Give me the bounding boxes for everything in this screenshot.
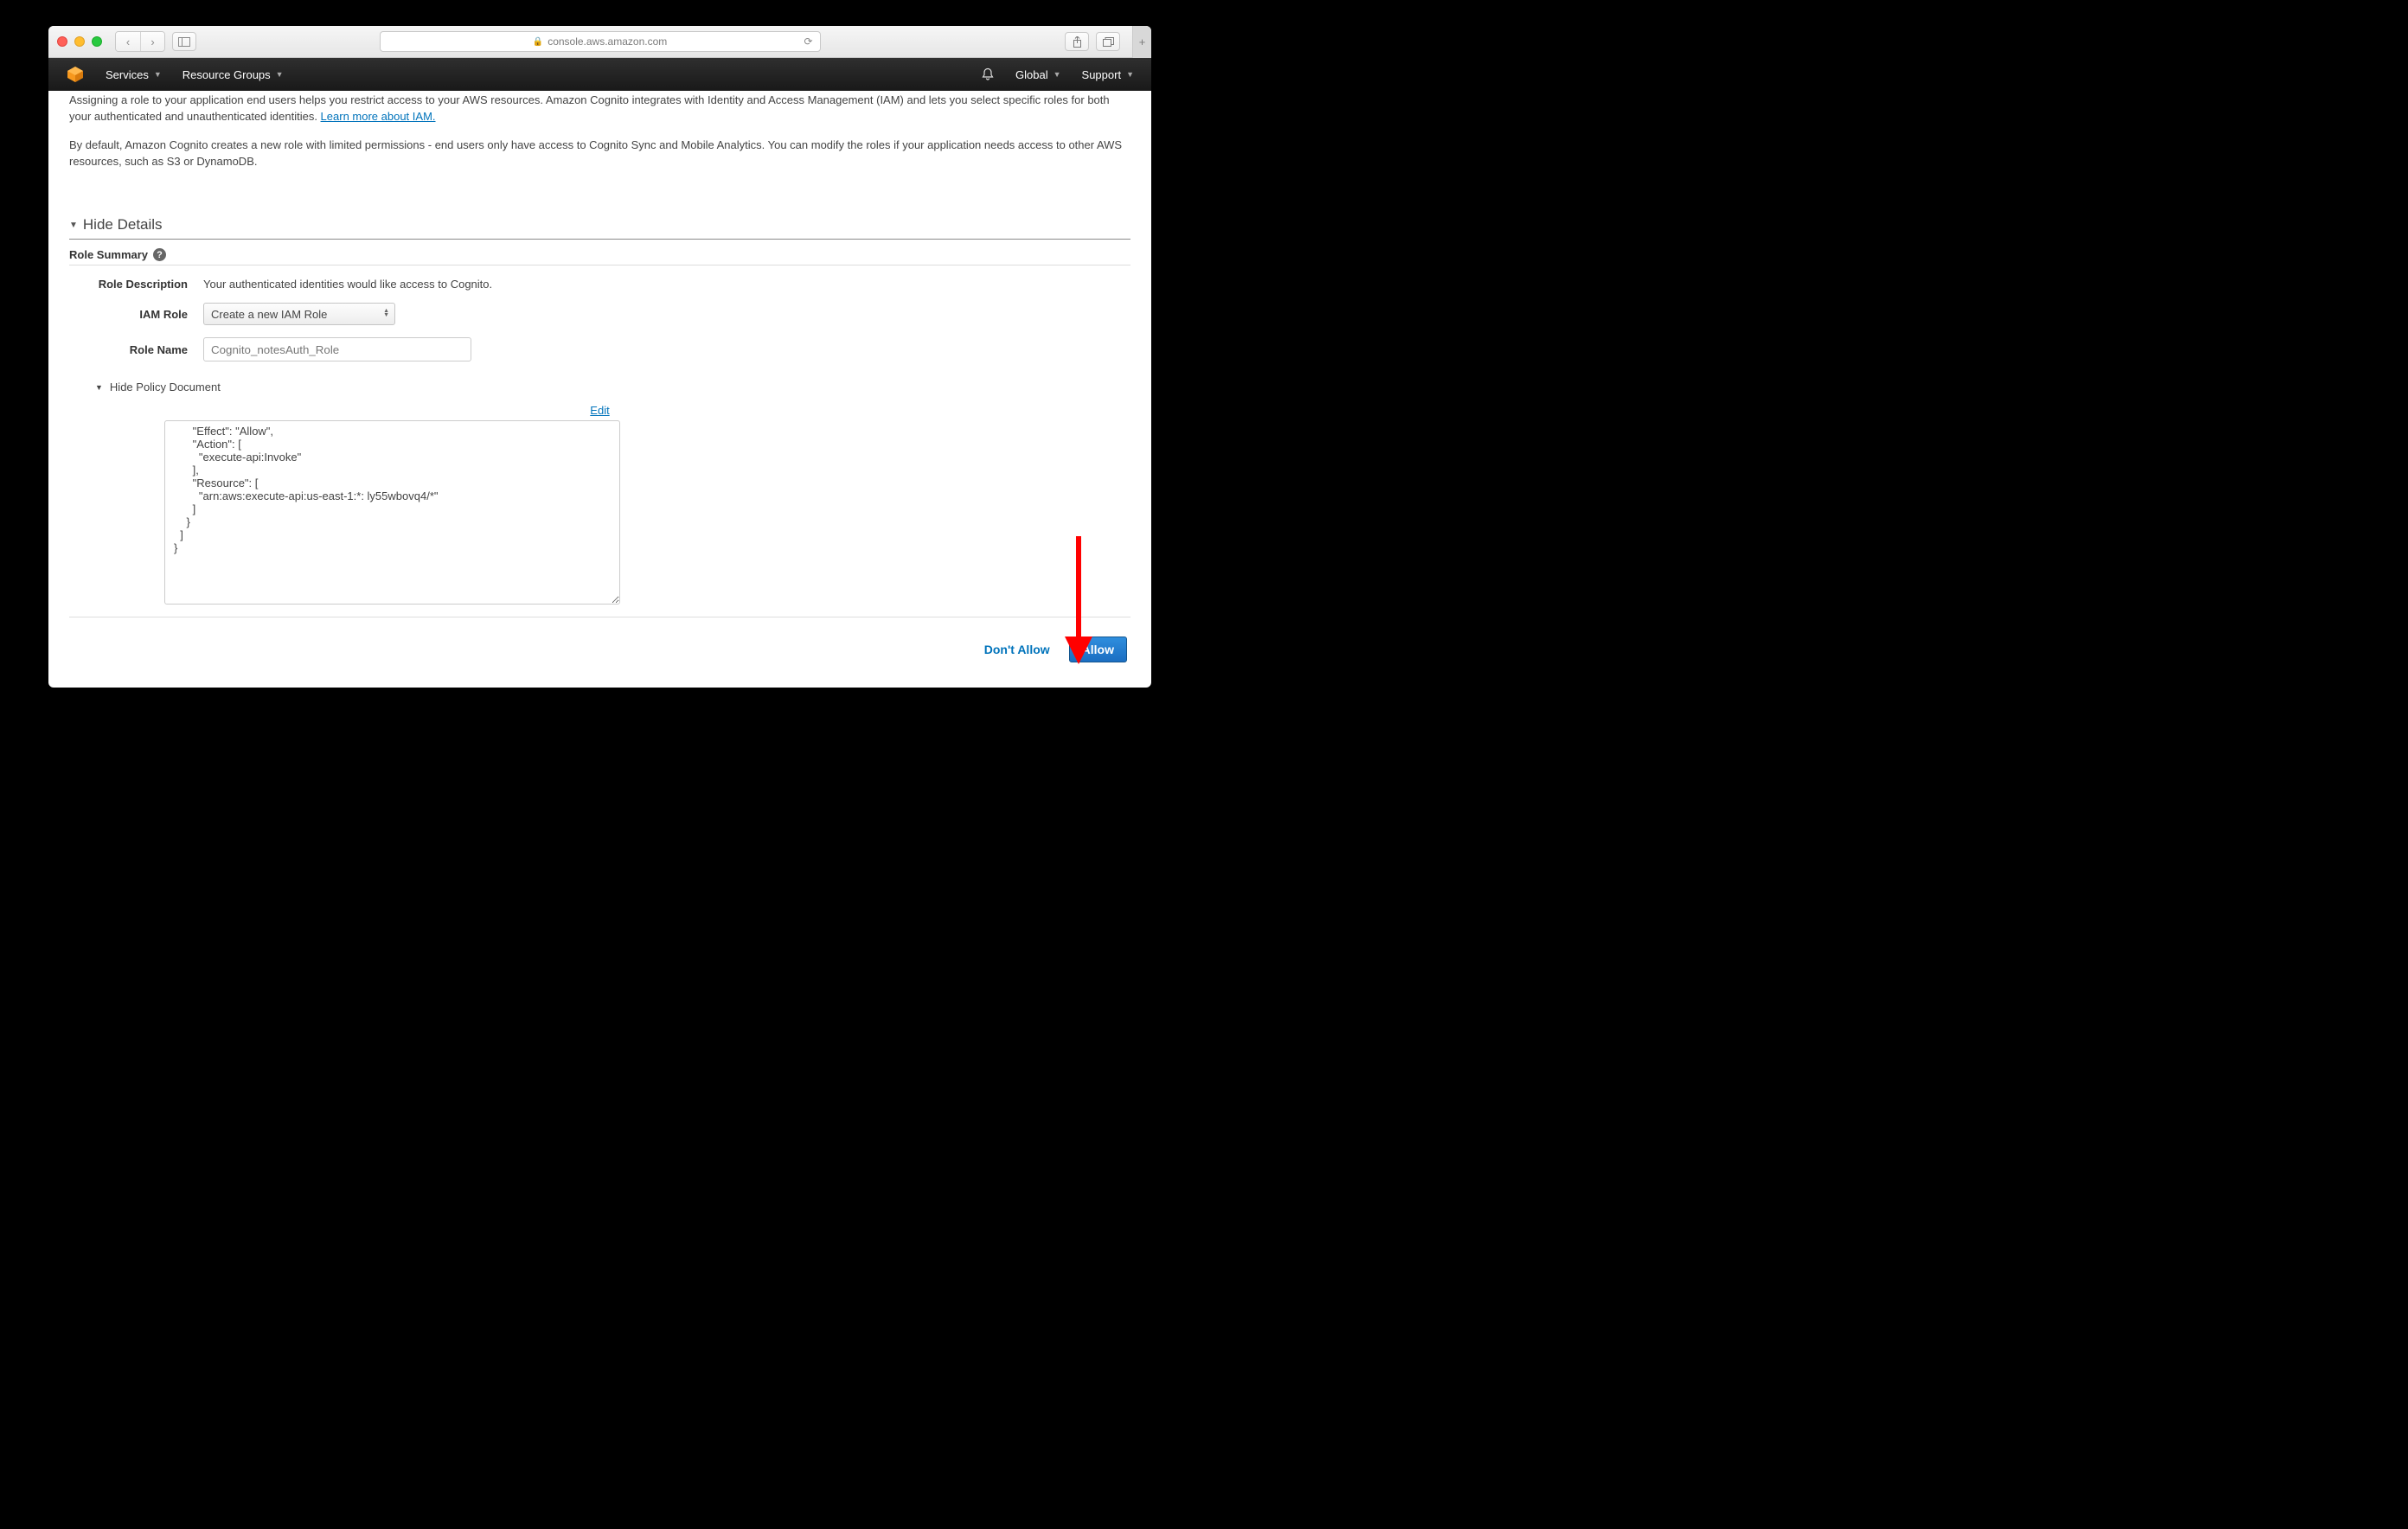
chevron-down-icon: ▼ (1054, 70, 1061, 79)
iam-role-selected-value: Create a new IAM Role (211, 308, 327, 321)
tabs-button[interactable] (1096, 32, 1120, 51)
edit-row: Edit (69, 404, 1130, 417)
support-label: Support (1082, 68, 1122, 81)
forward-button[interactable]: › (140, 32, 164, 51)
region-label: Global (1015, 68, 1048, 81)
dont-allow-button[interactable]: Don't Allow (977, 637, 1057, 662)
role-name-input[interactable] (203, 337, 471, 361)
intro-paragraph-1: Assigning a role to your application end… (69, 93, 1130, 125)
iam-role-label: IAM Role (69, 308, 203, 321)
main-content: Assigning a role to your application end… (48, 91, 1151, 688)
policy-document-textarea[interactable]: "Effect": "Allow", "Action": [ "execute-… (164, 420, 620, 605)
chevron-down-icon: ▼ (276, 70, 284, 79)
chrome-right-controls: + (1065, 26, 1143, 58)
hide-details-label: Hide Details (83, 216, 163, 234)
role-summary-label: Role Summary (69, 248, 148, 261)
close-window-button[interactable] (57, 36, 67, 47)
role-name-row: Role Name (69, 337, 1130, 361)
share-button[interactable] (1065, 32, 1089, 51)
lock-icon: 🔒 (533, 37, 543, 47)
footer-buttons: Don't Allow Allow (69, 617, 1130, 662)
reload-icon[interactable]: ⟳ (804, 35, 812, 48)
browser-chrome: ‹ › 🔒 console.aws.amazon.com ⟳ + (48, 26, 1151, 58)
new-tab-button[interactable]: + (1132, 26, 1151, 58)
chevron-down-icon: ▼ (154, 70, 162, 79)
edit-policy-link[interactable]: Edit (590, 404, 609, 417)
allow-button[interactable]: Allow (1069, 637, 1127, 662)
policy-document-content: "Effect": "Allow", "Action": [ "execute-… (174, 425, 439, 554)
intro-paragraph-2: By default, Amazon Cognito creates a new… (69, 138, 1130, 170)
url-bar[interactable]: 🔒 console.aws.amazon.com ⟳ (380, 31, 821, 52)
region-menu[interactable]: Global ▼ (1015, 68, 1061, 81)
window-controls (57, 36, 102, 47)
notifications-button[interactable] (981, 67, 995, 81)
chevron-down-icon: ▼ (1126, 70, 1134, 79)
back-button[interactable]: ‹ (116, 32, 140, 51)
iam-role-select[interactable]: Create a new IAM Role ▲▼ (203, 303, 395, 325)
browser-window: ‹ › 🔒 console.aws.amazon.com ⟳ + Service… (48, 26, 1151, 688)
aws-top-nav: Services ▼ Resource Groups ▼ Global ▼ Su… (48, 58, 1151, 91)
role-summary-heading: Role Summary ? (69, 248, 1130, 261)
hide-policy-label: Hide Policy Document (110, 381, 221, 393)
role-description-value: Your authenticated identities would like… (203, 278, 492, 291)
role-name-label: Role Name (69, 343, 203, 356)
caret-down-icon: ▼ (69, 221, 78, 230)
hide-policy-document-toggle[interactable]: ▼ Hide Policy Document (95, 381, 1130, 393)
services-label: Services (106, 68, 149, 81)
nav-buttons-group: ‹ › (115, 31, 165, 52)
sidebar-toggle-button[interactable] (172, 32, 196, 51)
role-description-row: Role Description Your authenticated iden… (69, 278, 1130, 291)
learn-more-iam-link[interactable]: Learn more about IAM. (321, 110, 436, 123)
select-updown-icon: ▲▼ (383, 310, 389, 318)
divider (69, 239, 1130, 240)
services-menu[interactable]: Services ▼ (106, 68, 162, 81)
support-menu[interactable]: Support ▼ (1082, 68, 1134, 81)
aws-logo[interactable] (66, 65, 85, 84)
url-text: console.aws.amazon.com (548, 35, 667, 48)
role-description-label: Role Description (69, 278, 203, 291)
intro-text-1: Assigning a role to your application end… (69, 93, 1110, 123)
help-icon[interactable]: ? (153, 248, 166, 261)
minimize-window-button[interactable] (74, 36, 85, 47)
resource-groups-menu[interactable]: Resource Groups ▼ (183, 68, 284, 81)
caret-down-icon: ▼ (95, 383, 103, 392)
hide-details-toggle[interactable]: ▼ Hide Details (69, 216, 1130, 234)
resource-groups-label: Resource Groups (183, 68, 271, 81)
maximize-window-button[interactable] (92, 36, 102, 47)
iam-role-row: IAM Role Create a new IAM Role ▲▼ (69, 303, 1130, 325)
